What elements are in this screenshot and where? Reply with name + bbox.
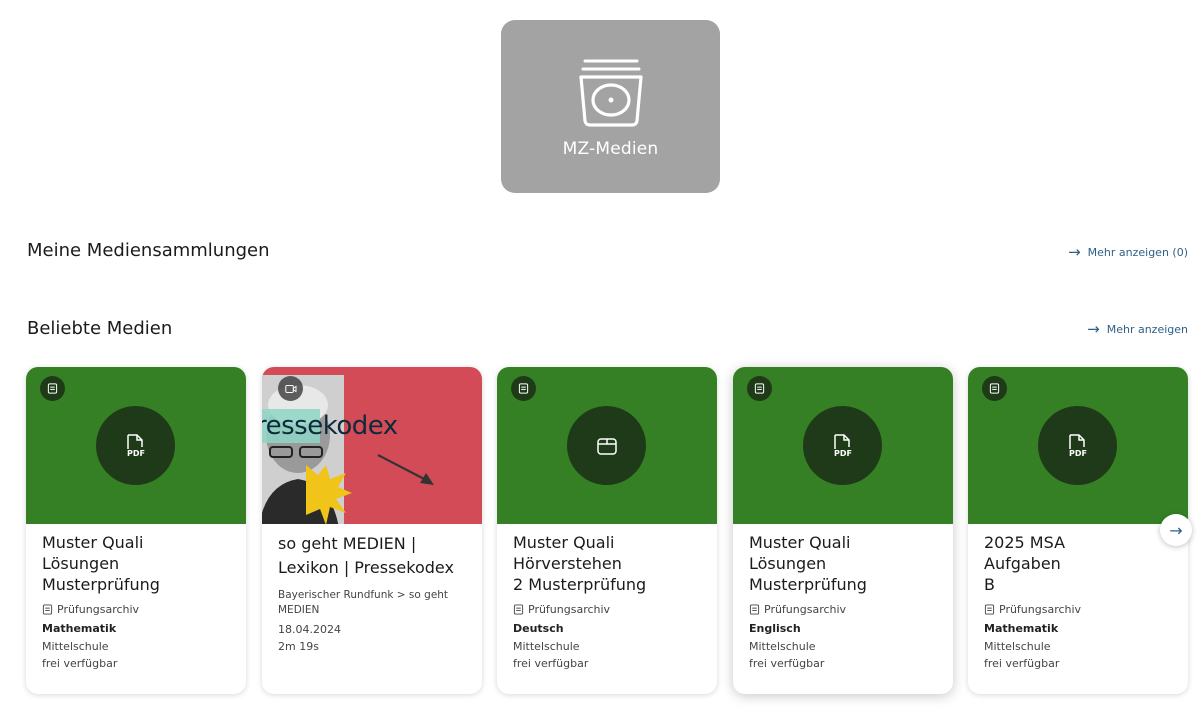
archive-icon [42, 604, 53, 615]
carousel-next-button[interactable]: → [1160, 514, 1192, 546]
arrow-right-icon: → [1068, 243, 1081, 261]
pdf-file-icon: PDF [96, 406, 175, 485]
archive-icon [513, 604, 524, 615]
card-availability: frei verfügbar [984, 657, 1060, 670]
card-source: Prüfungsarchiv [42, 603, 231, 616]
arrow-right-icon: → [1169, 520, 1183, 540]
card-title: Muster Quali Lösungen Musterprüfung [749, 533, 867, 594]
card-source: Prüfungsarchiv [984, 603, 1173, 616]
archive-icon [749, 604, 760, 615]
starburst-shape [306, 465, 352, 524]
card-subject: Englisch [749, 622, 801, 635]
svg-text:PDF: PDF [127, 449, 145, 458]
card-thumbnail: PDF [26, 367, 246, 524]
card-availability: frei verfügbar [749, 657, 825, 670]
archive-icon [511, 376, 536, 401]
media-card[interactable]: PDF Muster Quali Lösungen Musterprüfung … [26, 367, 246, 694]
card-school: Mittelschule [513, 640, 580, 653]
popular-more-link[interactable]: → Mehr anzeigen [1087, 320, 1188, 338]
card-source: Bayerischer Rundfunk > so geht MEDIEN [278, 589, 449, 616]
card-source-label: Prüfungsarchiv [999, 603, 1082, 616]
card-school: Mittelschule [42, 640, 109, 653]
collections-more-label: Mehr anzeigen (0) [1087, 245, 1188, 259]
arrow-right-icon: → [1087, 320, 1100, 338]
card-availability: frei verfügbar [513, 657, 589, 670]
mz-medien-tile[interactable]: MZ-Medien [501, 20, 720, 193]
card-thumbnail: PDF [733, 367, 953, 524]
section-title-collections: Meine Mediensammlungen [27, 240, 270, 261]
media-card[interactable]: Muster Quali Hörverstehen 2 Musterprüfun… [497, 367, 717, 694]
media-card[interactable]: ressekodex so geht MEDIEN | Lexikon | Pr… [262, 367, 482, 694]
svg-text:PDF: PDF [1069, 449, 1087, 458]
card-subject: Deutsch [513, 622, 564, 635]
card-duration: 2m 19s [278, 640, 319, 653]
card-subject: Mathematik [984, 622, 1059, 635]
popular-more-label: Mehr anzeigen [1106, 322, 1188, 336]
svg-text:PDF: PDF [834, 449, 852, 458]
collections-more-link[interactable]: → Mehr anzeigen (0) [1068, 243, 1188, 261]
archive-icon [982, 376, 1007, 401]
card-source-label: Prüfungsarchiv [764, 603, 847, 616]
section-title-popular: Beliebte Medien [27, 318, 173, 339]
archive-icon [984, 604, 995, 615]
card-school: Mittelschule [984, 640, 1051, 653]
card-thumbnail: PDF [968, 367, 1188, 524]
media-stack-icon [578, 59, 643, 127]
card-source-label: Prüfungsarchiv [57, 603, 140, 616]
card-source-label: Prüfungsarchiv [528, 603, 611, 616]
thumb-word: ressekodex [262, 411, 398, 441]
archive-icon [40, 376, 65, 401]
pdf-file-icon: PDF [803, 406, 882, 485]
card-title: Muster Quali Lösungen Musterprüfung [42, 533, 160, 594]
card-subject: Mathematik [42, 622, 117, 635]
card-title: Muster Quali Hörverstehen 2 Musterprüfun… [513, 533, 647, 594]
card-thumbnail-image: ressekodex [262, 367, 482, 524]
card-title: so geht MEDIEN | Lexikon | Pressekodex [278, 534, 454, 577]
card-title: 2025 MSA Aufgaben B [984, 533, 1066, 594]
video-icon [278, 376, 303, 401]
card-source: Prüfungsarchiv [749, 603, 938, 616]
card-school: Mittelschule [749, 640, 816, 653]
pdf-file-icon: PDF [1038, 406, 1117, 485]
card-date: 18.04.2024 [278, 623, 341, 636]
card-thumbnail [497, 367, 717, 524]
card-source: Prüfungsarchiv [513, 603, 702, 616]
media-card[interactable]: PDF 2025 MSA Aufgaben B Prüfungsarchiv M… [968, 367, 1188, 694]
card-availability: frei verfügbar [42, 657, 118, 670]
hero-label: MZ-Medien [562, 139, 659, 159]
arrow-graphic [377, 454, 434, 485]
box-icon [567, 406, 646, 485]
archive-icon [747, 376, 772, 401]
media-card[interactable]: PDF Muster Quali Lösungen Musterprüfung … [733, 367, 953, 694]
